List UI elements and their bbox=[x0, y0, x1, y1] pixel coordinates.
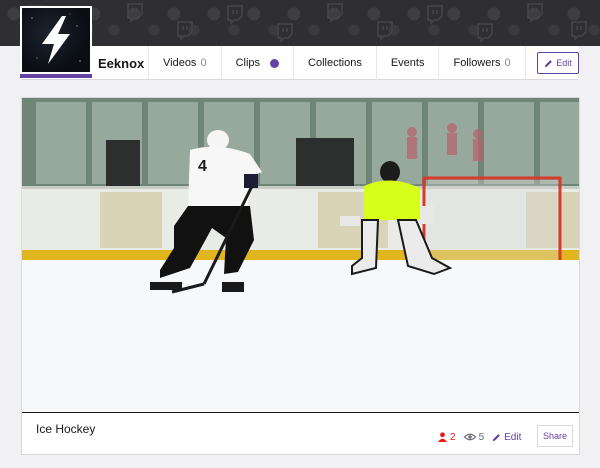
channel-tabs: Videos 0 Clips Collections Events Follow… bbox=[148, 46, 569, 80]
edit-label: Edit bbox=[556, 58, 572, 68]
eye-icon bbox=[463, 433, 476, 441]
jersey-number: 4 bbox=[198, 158, 207, 175]
tab-clips[interactable]: Clips bbox=[220, 46, 293, 80]
tab-label: Collections bbox=[308, 57, 362, 69]
clips-indicator-dot bbox=[270, 58, 280, 68]
tab-collections[interactable]: Collections bbox=[293, 46, 376, 80]
video-frame: 4 bbox=[22, 98, 579, 412]
edit-label: Edit bbox=[504, 431, 522, 443]
tab-count: 0 bbox=[200, 57, 207, 69]
divider bbox=[22, 412, 579, 413]
likes-count: 2 bbox=[450, 431, 456, 443]
edit-clip-button[interactable]: Edit bbox=[492, 432, 521, 443]
lightning-bolt-icon bbox=[31, 13, 81, 64]
tab-label: Followers bbox=[453, 57, 501, 69]
clip-title[interactable]: Ice Hockey bbox=[36, 422, 95, 436]
views-count: 5 bbox=[478, 431, 485, 443]
pencil-icon bbox=[545, 59, 553, 67]
likes-stat: 2 bbox=[438, 432, 456, 443]
clip-stats: 2 5 Edit bbox=[438, 430, 521, 444]
tab-count: 0 bbox=[504, 57, 511, 69]
pencil-icon bbox=[493, 433, 500, 441]
person-icon bbox=[438, 432, 447, 442]
channel-avatar[interactable] bbox=[20, 6, 92, 78]
tab-label: Clips bbox=[235, 57, 261, 69]
tab-label: Events bbox=[390, 57, 425, 69]
avatar-image bbox=[22, 8, 90, 72]
tab-videos[interactable]: Videos 0 bbox=[148, 46, 221, 80]
channel-name[interactable]: Eeknox bbox=[98, 56, 144, 71]
tab-followers[interactable]: Followers 0 bbox=[438, 46, 524, 80]
tab-label: Videos bbox=[163, 57, 197, 69]
share-button[interactable]: Share bbox=[537, 425, 573, 447]
video-player[interactable]: 4 bbox=[22, 98, 579, 412]
tab-events[interactable]: Events bbox=[375, 46, 439, 80]
share-label: Share bbox=[542, 431, 568, 441]
views-stat: 5 bbox=[463, 431, 485, 443]
edit-channel-button[interactable]: Edit bbox=[537, 52, 579, 74]
clip-card: 4 Ice Hockey 2 5 Edit Share bbox=[21, 97, 580, 455]
